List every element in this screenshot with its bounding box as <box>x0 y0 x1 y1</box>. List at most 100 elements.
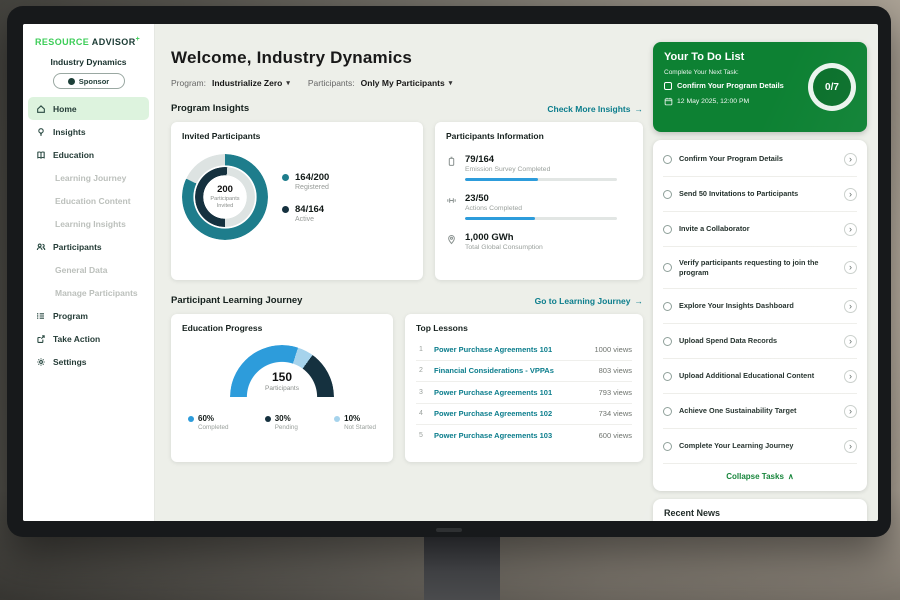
chevron-up-icon: ∧ <box>788 472 794 481</box>
monitor-logo <box>436 528 462 532</box>
checkbox-icon[interactable] <box>664 82 672 90</box>
lesson-link[interactable]: Power Purchase Agreements 101 <box>434 345 586 354</box>
sidebar-item-take-action[interactable]: Take Action <box>23 327 154 350</box>
survey-icon <box>446 156 457 167</box>
sidebar-item-learning-insights[interactable]: Learning Insights <box>23 212 154 235</box>
insights-cards-row: Invited Participants 200 Participants In… <box>171 122 643 280</box>
global-consumption-row: 1,000 GWh Total Global Consumption <box>446 232 632 251</box>
sidebar-item-education[interactable]: Education <box>23 143 154 166</box>
lesson-row: 2 Financial Considerations - VPPAs 803 v… <box>416 361 632 383</box>
invited-donut-chart: 200 Participants Invited <box>182 154 268 240</box>
lesson-link[interactable]: Power Purchase Agreements 102 <box>434 409 591 418</box>
todo-progress-ring: 0/7 <box>808 63 856 111</box>
actions-completed-progressbar <box>465 217 617 220</box>
recent-news-card: Recent News <box>653 499 867 521</box>
program-filter-dropdown[interactable]: Industrialize Zero ▾ <box>212 78 290 88</box>
top-lessons-list: 1 Power Purchase Agreements 101 1000 vie… <box>416 339 632 447</box>
task-item[interactable]: Complete Your Learning Journey › <box>663 429 857 464</box>
task-chevron-icon[interactable]: › <box>844 335 857 348</box>
emission-survey-progressbar <box>465 178 617 181</box>
task-item[interactable]: Send 50 Invitations to Participants › <box>663 177 857 212</box>
card-title: Invited Participants <box>182 131 412 141</box>
task-chevron-icon[interactable]: › <box>844 188 857 201</box>
task-chevron-icon[interactable]: › <box>844 153 857 166</box>
progress-fill <box>465 217 535 220</box>
task-checkbox-icon[interactable] <box>663 337 672 346</box>
task-chevron-icon[interactable]: › <box>844 370 857 383</box>
task-chevron-icon[interactable]: › <box>844 405 857 418</box>
check-more-insights-link[interactable]: Check More Insights → <box>547 104 643 114</box>
emission-survey-row: 79/164 Emission Survey Completed <box>446 154 632 181</box>
people-icon <box>36 242 46 252</box>
collapse-tasks-button[interactable]: Collapse Tasks ∧ <box>663 464 857 489</box>
go-to-learning-journey-link[interactable]: Go to Learning Journey → <box>535 296 643 306</box>
task-item[interactable]: Explore Your Insights Dashboard › <box>663 289 857 324</box>
sidebar-item-participants[interactable]: Participants <box>23 235 154 258</box>
task-checkbox-icon[interactable] <box>663 302 672 311</box>
screen: RESOURCE ADVISOR+ Industry Dynamics Spon… <box>23 24 878 521</box>
task-item[interactable]: Upload Spend Data Records › <box>663 324 857 359</box>
sponsor-badge[interactable]: Sponsor <box>53 73 125 89</box>
pending-dot-icon <box>265 416 271 422</box>
logo-part-2: ADVISOR+ <box>92 37 140 47</box>
registered-dot-icon <box>282 174 289 181</box>
participants-filter-dropdown[interactable]: Only My Participants ▾ <box>361 78 453 88</box>
sidebar-item-home[interactable]: Home <box>28 97 149 120</box>
task-checkbox-icon[interactable] <box>663 225 672 234</box>
legend-item-pending: 30% Pending <box>265 414 298 431</box>
not-started-dot-icon <box>334 416 340 422</box>
task-chevron-icon[interactable]: › <box>844 300 857 313</box>
actions-icon <box>446 195 457 206</box>
todo-tasks-card: Confirm Your Program Details › Send 50 I… <box>653 140 867 491</box>
sidebar-item-insights[interactable]: Insights <box>23 120 154 143</box>
task-item[interactable]: Confirm Your Program Details › <box>663 142 857 177</box>
recent-news-title: Recent News <box>664 508 856 518</box>
sidebar-item-general-data[interactable]: General Data <box>23 258 154 281</box>
task-checkbox-icon[interactable] <box>663 442 672 451</box>
task-checkbox-icon[interactable] <box>663 263 672 272</box>
task-item[interactable]: Upload Additional Educational Content › <box>663 359 857 394</box>
participants-information-card: Participants Information 79/164 Emission… <box>435 122 643 280</box>
sidebar-nav: Home Insights Education Learning Journey… <box>23 97 154 373</box>
task-checkbox-icon[interactable] <box>663 372 672 381</box>
card-title: Education Progress <box>182 323 382 333</box>
action-arrow-icon <box>36 334 46 344</box>
learning-cards-row: Education Progress 150 Participants <box>171 314 643 462</box>
sidebar-item-settings[interactable]: Settings <box>23 350 154 373</box>
task-item[interactable]: Invite a Collaborator › <box>663 212 857 247</box>
lesson-link[interactable]: Power Purchase Agreements 101 <box>434 388 591 397</box>
sidebar-item-manage-participants[interactable]: Manage Participants <box>23 281 154 304</box>
program-insights-header: Program Insights Check More Insights → <box>171 103 643 114</box>
learning-journey-header: Participant Learning Journey Go to Learn… <box>171 295 643 306</box>
task-checkbox-icon[interactable] <box>663 407 672 416</box>
todo-summary-card: Your To Do List Complete Your Next Task:… <box>653 42 867 132</box>
page-title: Welcome, Industry Dynamics <box>171 48 647 68</box>
education-progress-card: Education Progress 150 Participants <box>171 314 393 462</box>
sidebar: RESOURCE ADVISOR+ Industry Dynamics Spon… <box>23 24 155 521</box>
task-checkbox-icon[interactable] <box>663 190 672 199</box>
actions-completed-row: 23/50 Actions Completed <box>446 193 632 220</box>
legend-item-completed: 60% Completed <box>188 414 228 431</box>
lesson-link[interactable]: Financial Considerations - VPPAs <box>434 366 591 375</box>
task-chevron-icon[interactable]: › <box>844 223 857 236</box>
section-title-program-insights: Program Insights <box>171 103 249 114</box>
pin-icon <box>446 234 457 245</box>
task-chevron-icon[interactable]: › <box>844 261 857 274</box>
task-chevron-icon[interactable]: › <box>844 440 857 453</box>
monitor-stand <box>424 537 500 600</box>
app-logo: RESOURCE ADVISOR+ <box>23 24 154 47</box>
task-item[interactable]: Verify participants requesting to join t… <box>663 247 857 289</box>
task-checkbox-icon[interactable] <box>663 155 672 164</box>
lesson-link[interactable]: Power Purchase Agreements 103 <box>434 431 591 440</box>
completed-dot-icon <box>188 416 194 422</box>
sponsor-icon <box>68 78 75 85</box>
sidebar-item-education-content[interactable]: Education Content <box>23 189 154 212</box>
book-icon <box>36 150 46 160</box>
list-icon <box>36 311 46 321</box>
task-item[interactable]: Achieve One Sustainability Target › <box>663 394 857 429</box>
sidebar-item-learning-journey[interactable]: Learning Journey <box>23 166 154 189</box>
program-filter-label: Program: <box>171 78 206 88</box>
sidebar-item-program[interactable]: Program <box>23 304 154 327</box>
invited-donut-center: 200 Participants Invited <box>206 178 244 216</box>
todo-next-task[interactable]: Confirm Your Program Details <box>664 81 804 90</box>
